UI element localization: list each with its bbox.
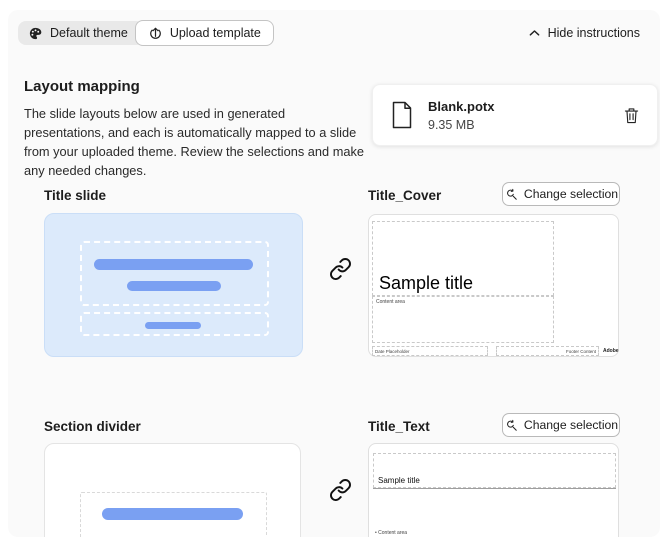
layout-mapping-panel: Default theme Upload template Hide instr… [8,10,660,537]
title-placeholder-box [80,241,269,306]
upload-template-button[interactable]: Upload template [134,20,274,46]
content-area-bullet-text: • Content area [375,530,408,536]
layout-label-title-slide: Title slide [44,188,107,203]
file-document-icon [391,101,413,129]
footer-content-text: Footer Content [565,349,596,354]
title-divider-line [373,488,616,489]
file-size: 9.35 MB [428,117,475,132]
adobe-brand-text: Adobe [603,348,619,354]
default-theme-label: Default theme [50,26,128,40]
divider-title-bar [102,508,243,520]
date-placeholder-text: Date Placeholder [375,349,410,354]
title-bar-1 [94,259,253,270]
default-theme-button[interactable]: Default theme [18,21,144,45]
delete-file-button[interactable] [624,107,639,124]
slide-content-placeholder: Content area [372,296,554,343]
template-label-title-text: Title_Text [368,419,430,434]
search-replace-icon [504,418,518,432]
section-heading: Layout mapping [24,78,140,95]
change-selection-label-row2: Change selection [523,418,619,432]
content-area-text: Content area [376,299,405,305]
file-name: Blank.potx [428,98,495,114]
upload-template-label: Upload template [169,26,261,40]
layout-preview-section-divider [44,443,301,537]
slide-preview-title-text: Sample title • Content area [368,443,619,537]
slide-title-placeholder: Sample title [373,453,616,488]
sample-title-text: Sample title [378,476,420,485]
sample-title-text: Sample title [379,273,474,293]
slide-footer-placeholder: Footer Content [496,346,599,356]
theme-segmented-control: Default theme Upload template [18,20,274,46]
change-selection-label-row1: Change selection [523,187,619,201]
subtitle-bar [145,322,201,329]
layout-label-section-divider: Section divider [44,419,141,434]
change-selection-button-row2[interactable]: Change selection [502,413,620,437]
uploaded-file-card: Blank.potx 9.35 MB [372,84,658,146]
slide-preview-title-cover: Sample title Content area Date Placehold… [368,214,619,357]
slide-title-placeholder: Sample title [372,221,554,296]
title-bar-2 [127,281,221,291]
link-icon-row1 [329,257,353,281]
layout-preview-title-slide [44,213,303,357]
search-replace-icon [504,187,518,201]
template-label-title-cover: Title_Cover [368,188,442,203]
hide-instructions-toggle[interactable]: Hide instructions [529,21,640,45]
link-icon-row2 [329,478,353,502]
change-selection-button-row1[interactable]: Change selection [502,182,620,206]
palette-icon [28,26,43,41]
instructions-text: The slide layouts below are used in gene… [24,106,365,178]
file-meta: Blank.potx 9.35 MB [428,99,494,132]
hide-instructions-label: Hide instructions [547,26,640,40]
chevron-up-icon [529,29,540,37]
upload-icon [148,26,163,41]
slide-date-placeholder: Date Placeholder [372,346,488,356]
